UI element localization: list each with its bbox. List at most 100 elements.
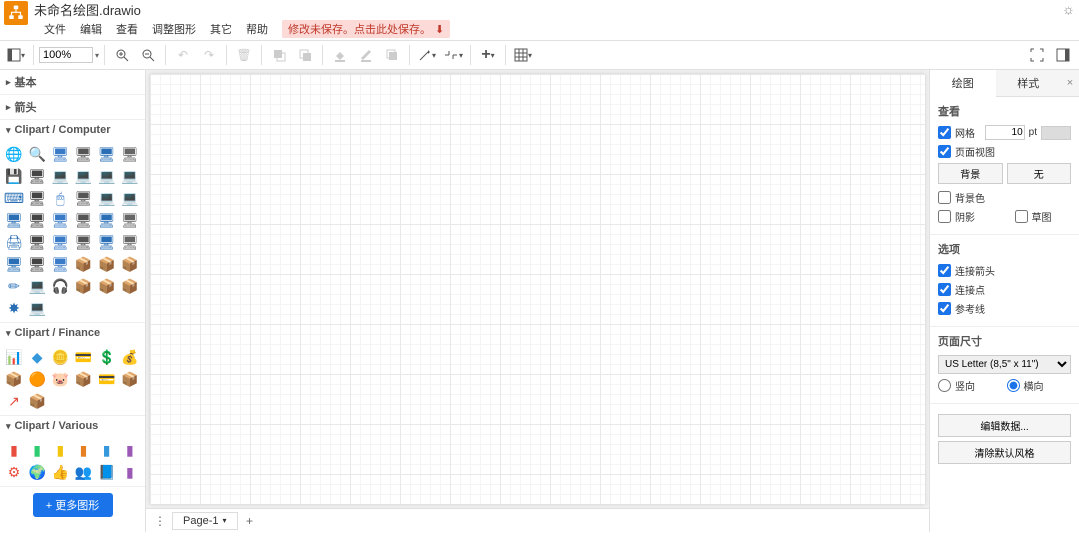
to-back-icon[interactable] [293,43,317,67]
shape-item[interactable]: 🖥 [27,188,47,208]
shape-item[interactable]: 🖥 [4,210,24,230]
unsaved-banner[interactable]: 修改未保存。点击此处保存。 ⬇ [282,20,450,38]
zoom-in-icon[interactable] [110,43,134,67]
undo-icon[interactable]: ↶ [171,43,195,67]
shape-item[interactable]: 🌍 [27,462,47,482]
pagesize-select[interactable]: US Letter (8,5" x 11") [938,355,1071,374]
shape-item[interactable]: 🖥 [120,232,140,252]
shape-item[interactable]: 🖨 [4,232,24,252]
tab-style[interactable]: 样式 [996,70,1062,97]
shape-item[interactable]: 📦 [73,369,93,389]
shadow-toggle-icon[interactable] [380,43,404,67]
shape-item[interactable]: 📦 [120,254,140,274]
guides-checkbox[interactable] [938,302,951,315]
shape-item[interactable]: ▮ [73,440,93,460]
shape-item[interactable]: ▮ [120,462,140,482]
menu-arrange[interactable]: 调整图形 [146,19,202,39]
background-none-button[interactable]: 无 [1007,163,1072,184]
menu-edit[interactable]: 编辑 [74,19,108,39]
shape-item[interactable]: 💻 [97,166,117,186]
shape-item[interactable]: ⌨ [4,188,24,208]
menu-view[interactable]: 查看 [110,19,144,39]
shape-item[interactable]: ⚙ [4,462,24,482]
menu-extras[interactable]: 其它 [204,19,238,39]
shape-item[interactable]: 💾 [4,166,24,186]
shape-item[interactable]: ◆ [27,347,47,367]
shape-item[interactable]: 🌐 [4,144,24,164]
shape-item[interactable]: 📘 [97,462,117,482]
bgcolor-checkbox[interactable] [938,191,951,204]
page-menu-icon[interactable]: ⋮ [150,511,170,531]
shape-item[interactable]: 🖥 [4,254,24,274]
shape-item[interactable]: 📦 [97,276,117,296]
sidebar-section-various[interactable]: ▾Clipart / Various [0,416,145,436]
shape-item[interactable]: 🖥 [73,232,93,252]
sidebar-section-computer[interactable]: ▾Clipart / Computer [0,120,145,140]
edit-data-button[interactable]: 编辑数据... [938,414,1071,437]
document-title[interactable]: 未命名绘图.drawio [34,0,141,19]
shape-item[interactable]: ▮ [27,440,47,460]
add-page-button[interactable]: + [240,511,260,531]
shape-item[interactable]: 🖥 [27,166,47,186]
fill-color-icon[interactable] [328,43,352,67]
shape-item[interactable]: ↗ [4,391,24,411]
shape-item[interactable]: ✏ [4,276,24,296]
shape-item[interactable]: 💻 [50,166,70,186]
shape-item[interactable]: 🎧 [50,276,70,296]
sketch-checkbox[interactable] [1015,210,1028,223]
grid-color-button[interactable] [1041,126,1071,140]
shape-item[interactable]: 💻 [120,166,140,186]
shape-item[interactable]: 📊 [4,347,24,367]
tab-diagram[interactable]: 绘图 [930,70,996,97]
points-checkbox[interactable] [938,283,951,296]
shape-item[interactable]: 📦 [73,276,93,296]
shape-item[interactable]: 🖥 [73,144,93,164]
zoom-out-icon[interactable] [136,43,160,67]
menu-file[interactable]: 文件 [38,19,72,39]
background-button[interactable]: 背景 [938,163,1003,184]
shape-item[interactable]: 🖥 [50,210,70,230]
shape-item[interactable]: 🖥 [97,232,117,252]
grid-checkbox[interactable] [938,126,951,139]
drawing-canvas[interactable] [150,74,925,504]
shape-item[interactable]: 💻 [73,166,93,186]
shape-item[interactable]: 🖥 [120,210,140,230]
shape-item[interactable]: ▮ [4,440,24,460]
page-tab[interactable]: Page-1 ▾ [172,512,238,530]
shape-item[interactable]: 🖥 [120,144,140,164]
connection-icon[interactable]: ▾ [415,43,439,67]
shape-item[interactable]: 📦 [73,254,93,274]
sidebar-section-arrows[interactable]: ▸箭头 [0,95,145,119]
shape-item[interactable]: 💳 [97,369,117,389]
shape-item[interactable]: 👥 [73,462,93,482]
sidebar-section-finance[interactable]: ▾Clipart / Finance [0,323,145,343]
redo-icon[interactable]: ↷ [197,43,221,67]
shape-item[interactable]: 💻 [97,188,117,208]
landscape-radio[interactable] [1007,379,1020,392]
pageview-checkbox[interactable] [938,145,951,158]
shape-item[interactable]: 🖥 [97,210,117,230]
shape-item[interactable]: 🖥 [73,210,93,230]
shape-item[interactable]: 🪙 [50,347,70,367]
waypoint-icon[interactable]: ▾ [441,43,465,67]
shape-item[interactable]: 🔍 [27,144,47,164]
format-panel-toggle-icon[interactable] [1051,43,1075,67]
theme-toggle-icon[interactable]: ☼ [1062,1,1075,17]
shape-item[interactable]: 🖥 [50,254,70,274]
shape-item[interactable]: 💲 [97,347,117,367]
shape-item[interactable]: 📦 [120,276,140,296]
shape-item[interactable]: 🐷 [50,369,70,389]
shape-item[interactable]: 🖥 [27,254,47,274]
insert-icon[interactable]: +▾ [476,43,500,67]
shape-item[interactable]: 📦 [27,391,47,411]
line-color-icon[interactable] [354,43,378,67]
shape-item[interactable]: 💻 [27,298,47,318]
to-front-icon[interactable] [267,43,291,67]
zoom-input[interactable] [39,47,93,63]
table-icon[interactable]: ▾ [511,43,535,67]
reset-style-button[interactable]: 清除默认风格 [938,441,1071,464]
shape-item[interactable]: 🖥 [27,232,47,252]
menu-help[interactable]: 帮助 [240,19,274,39]
shape-item[interactable]: ▮ [50,440,70,460]
shape-item[interactable]: 🖥 [50,232,70,252]
